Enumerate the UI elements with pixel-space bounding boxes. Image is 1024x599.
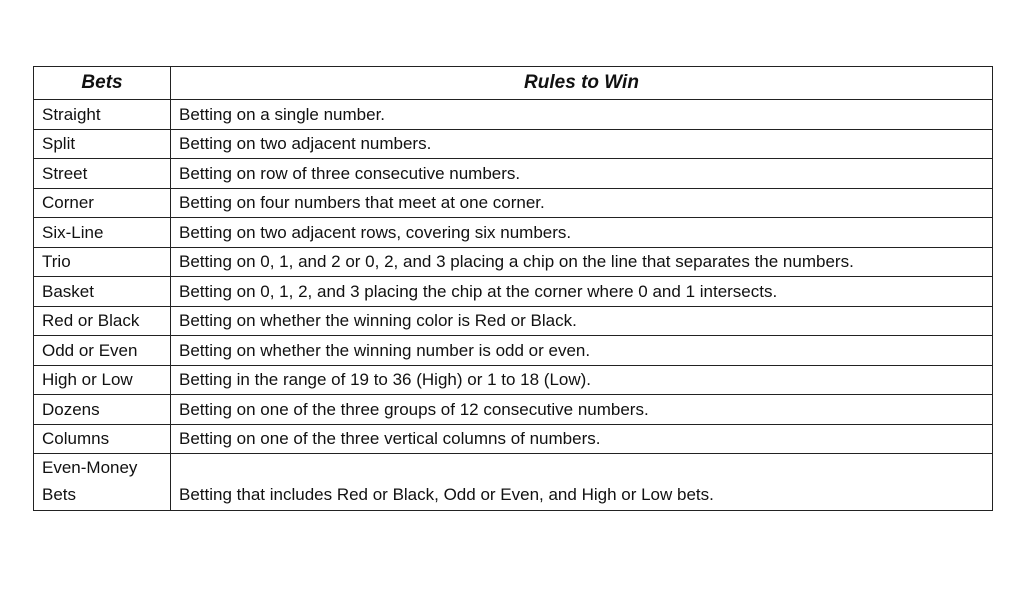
bet-rule: Betting on four numbers that meet at one… bbox=[170, 187, 993, 218]
header-bets: Bets bbox=[33, 66, 171, 100]
bet-rule: Betting in the range of 19 to 36 (High) … bbox=[170, 364, 993, 395]
bet-name-line2: Bets bbox=[42, 485, 77, 504]
bet-name: Straight bbox=[33, 99, 171, 130]
bet-name: Columns bbox=[33, 423, 171, 454]
bet-name: Corner bbox=[33, 187, 171, 218]
table-row: High or Low Betting in the range of 19 to… bbox=[33, 364, 993, 395]
bet-rule: Betting on 0, 1, and 2 or 0, 2, and 3 pl… bbox=[170, 246, 993, 277]
table-row: Corner Betting on four numbers that meet … bbox=[33, 187, 993, 218]
bet-rule: Betting on two adjacent numbers. bbox=[170, 128, 993, 159]
table-row: Columns Betting on one of the three verti… bbox=[33, 423, 993, 454]
bet-rule: Betting on row of three consecutive numb… bbox=[170, 158, 993, 189]
table-row: Split Betting on two adjacent numbers. bbox=[33, 128, 993, 159]
bet-name: Dozens bbox=[33, 394, 171, 425]
bet-rule: Betting on one of the three vertical col… bbox=[170, 423, 993, 454]
table-row: Odd or Even Betting on whether the winnin… bbox=[33, 335, 993, 366]
bet-name: High or Low bbox=[33, 364, 171, 395]
table-row: Street Betting on row of three consecutiv… bbox=[33, 158, 993, 189]
header-row: Bets Rules to Win bbox=[33, 66, 993, 100]
table-row: Red or Black Betting on whether the winni… bbox=[33, 305, 993, 336]
bet-rule: Betting that includes Red or Black, Odd … bbox=[170, 453, 993, 511]
bet-name: Basket bbox=[33, 276, 171, 307]
bet-name: Odd or Even bbox=[33, 335, 171, 366]
bet-name-line1: Even-Money bbox=[42, 458, 138, 477]
bet-rule: Betting on whether the winning number is… bbox=[170, 335, 993, 366]
table-row: Six-Line Betting on two adjacent rows, co… bbox=[33, 217, 993, 248]
bet-rule: Betting on a single number. bbox=[170, 99, 993, 130]
header-rules-to-win: Rules to Win bbox=[170, 66, 993, 100]
table-row: Trio Betting on 0, 1, and 2 or 0, 2, and … bbox=[33, 246, 993, 277]
bet-name: Six-Line bbox=[33, 217, 171, 248]
bet-rule: Betting on 0, 1, 2, and 3 placing the ch… bbox=[170, 276, 993, 307]
table-row: Straight Betting on a single number. bbox=[33, 99, 993, 130]
bet-name: Trio bbox=[33, 246, 171, 277]
bet-name: Street bbox=[33, 158, 171, 189]
table-row: Even-Money Bets Betting that includes Red… bbox=[33, 453, 993, 511]
bet-rule: Betting on one of the three groups of 12… bbox=[170, 394, 993, 425]
table-row: Dozens Betting on one of the three groups… bbox=[33, 394, 993, 425]
bet-rule: Betting on whether the winning color is … bbox=[170, 305, 993, 336]
bet-name: Red or Black bbox=[33, 305, 171, 336]
table-row: Basket Betting on 0, 1, 2, and 3 placing … bbox=[33, 276, 993, 307]
roulette-bets-table: Bets Rules to Win Straight Betting on a s… bbox=[33, 66, 993, 511]
bet-rule: Betting on two adjacent rows, covering s… bbox=[170, 217, 993, 248]
bet-name: Split bbox=[33, 128, 171, 159]
bet-name: Even-Money Bets bbox=[33, 453, 171, 511]
